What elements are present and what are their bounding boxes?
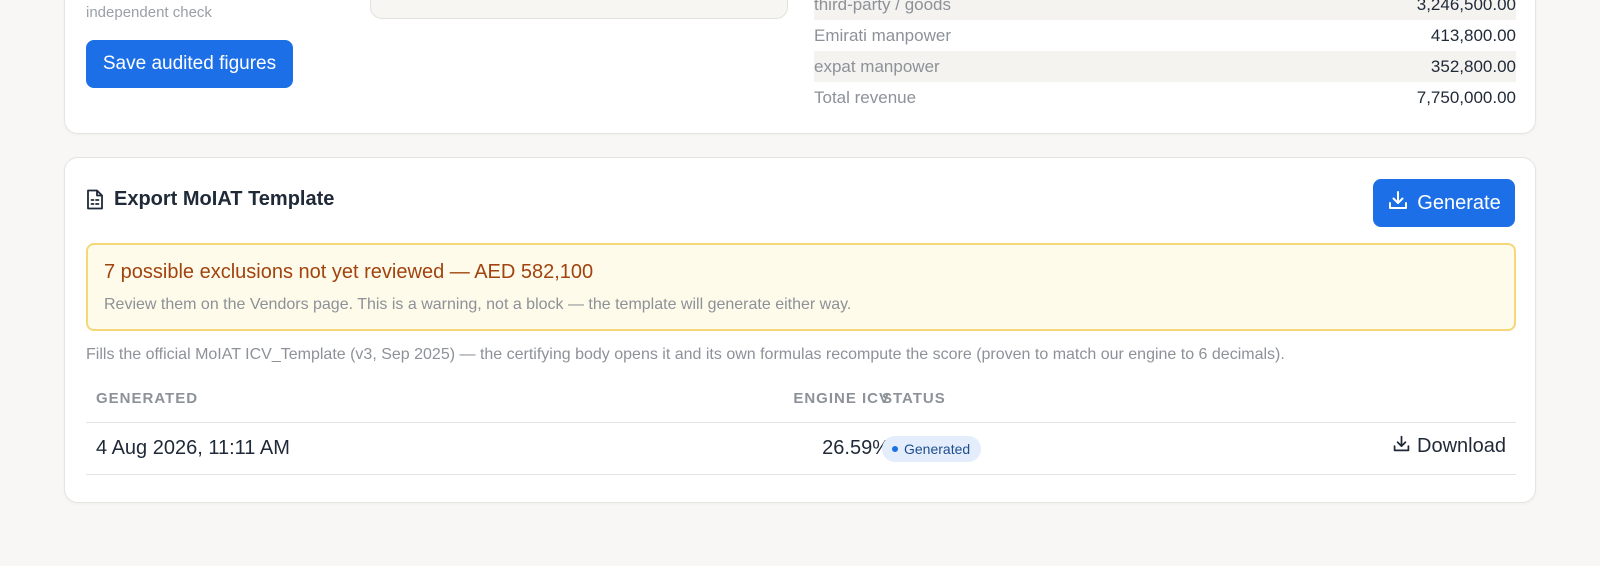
engine-icv-value: 26.59%: [822, 437, 890, 459]
figure-value: 7,750,000.00: [1416, 87, 1516, 107]
column-header-engine-icv: ENGINE ICV: [793, 390, 890, 407]
download-link[interactable]: Download: [1392, 434, 1506, 459]
download-label: Download: [1417, 435, 1506, 457]
exclusions-warning: 7 possible exclusions not yet reviewed —…: [86, 243, 1516, 331]
figure-label: Total revenue: [814, 87, 917, 107]
figure-row: Total revenue 7,750,000.00: [814, 82, 1516, 113]
figure-row: Emirati manpower 413,800.00: [814, 20, 1516, 51]
generate-label: Generate: [1417, 191, 1501, 214]
download-icon: [1392, 434, 1411, 459]
figures-table: third-party / goods 3,246,500.00 Emirati…: [814, 0, 1516, 113]
card-title: Export MoIAT Template: [114, 188, 335, 210]
download-icon: [1387, 189, 1409, 217]
figure-label: third-party / goods: [814, 0, 952, 14]
status-dot-icon: [892, 446, 898, 452]
warning-text: Review them on the Vendors page. This is…: [104, 296, 852, 313]
figure-label: Emirati manpower: [814, 25, 951, 45]
template-description: Fills the official MoIAT ICV_Template (v…: [86, 346, 1285, 363]
table-row: 4 Aug 2026, 11:11 AM 26.59% Generated Do…: [86, 423, 1516, 475]
document-icon: [86, 189, 104, 210]
field-hint: independent check: [86, 4, 212, 21]
generate-button[interactable]: Generate: [1373, 179, 1515, 227]
audited-figures-card: independent check Save audited figures t…: [64, 0, 1536, 134]
status-badge: Generated: [882, 436, 982, 462]
figure-label: expat manpower: [814, 56, 940, 76]
column-header-generated: GENERATED: [96, 390, 199, 407]
figure-row: third-party / goods 3,246,500.00: [814, 0, 1516, 20]
figure-value: 352,800.00: [1430, 56, 1516, 76]
save-audited-figures-button[interactable]: Save audited figures: [86, 40, 293, 88]
generated-date: 4 Aug 2026, 11:11 AM: [96, 437, 290, 459]
export-template-card: Export MoIAT Template Generate 7 possibl…: [64, 157, 1536, 503]
figure-value: 3,246,500.00: [1416, 0, 1516, 14]
figure-value: 413,800.00: [1430, 25, 1516, 45]
exports-table: GENERATED ENGINE ICV STATUS 4 Aug 2026, …: [86, 386, 1516, 475]
figures-input[interactable]: [370, 0, 788, 19]
warning-title: 7 possible exclusions not yet reviewed —…: [104, 261, 594, 283]
status-label: Generated: [904, 441, 971, 457]
card-header: Export MoIAT Template: [86, 188, 334, 211]
figure-row: expat manpower 352,800.00: [814, 51, 1516, 82]
table-header: GENERATED ENGINE ICV STATUS: [86, 386, 1516, 423]
column-header-status: STATUS: [882, 390, 946, 407]
